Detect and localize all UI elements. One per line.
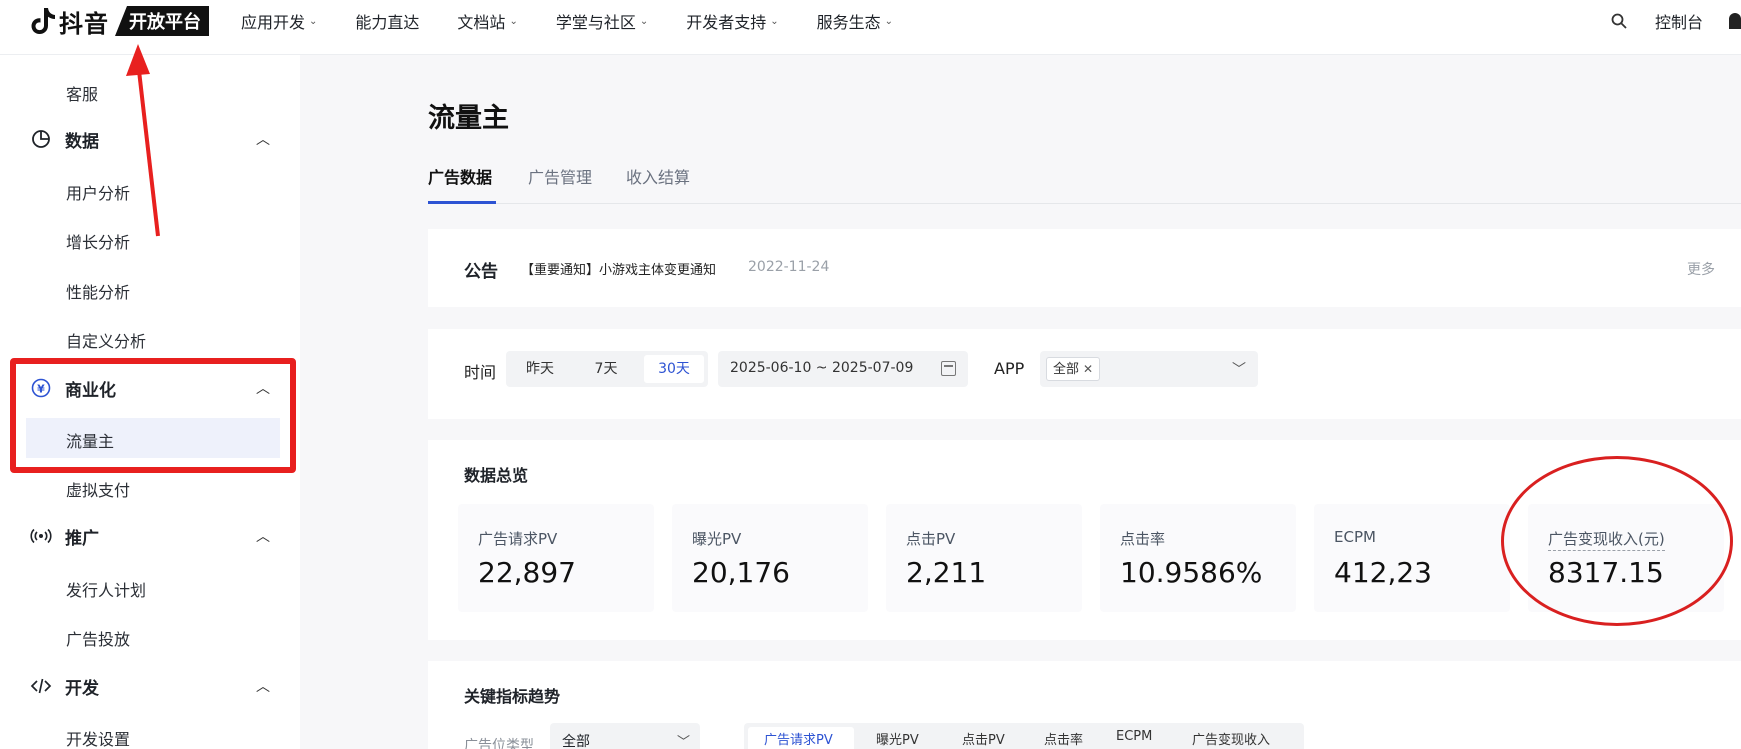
annotation-highlight-box — [10, 358, 296, 473]
annotation-highlight-circle — [1501, 456, 1733, 626]
